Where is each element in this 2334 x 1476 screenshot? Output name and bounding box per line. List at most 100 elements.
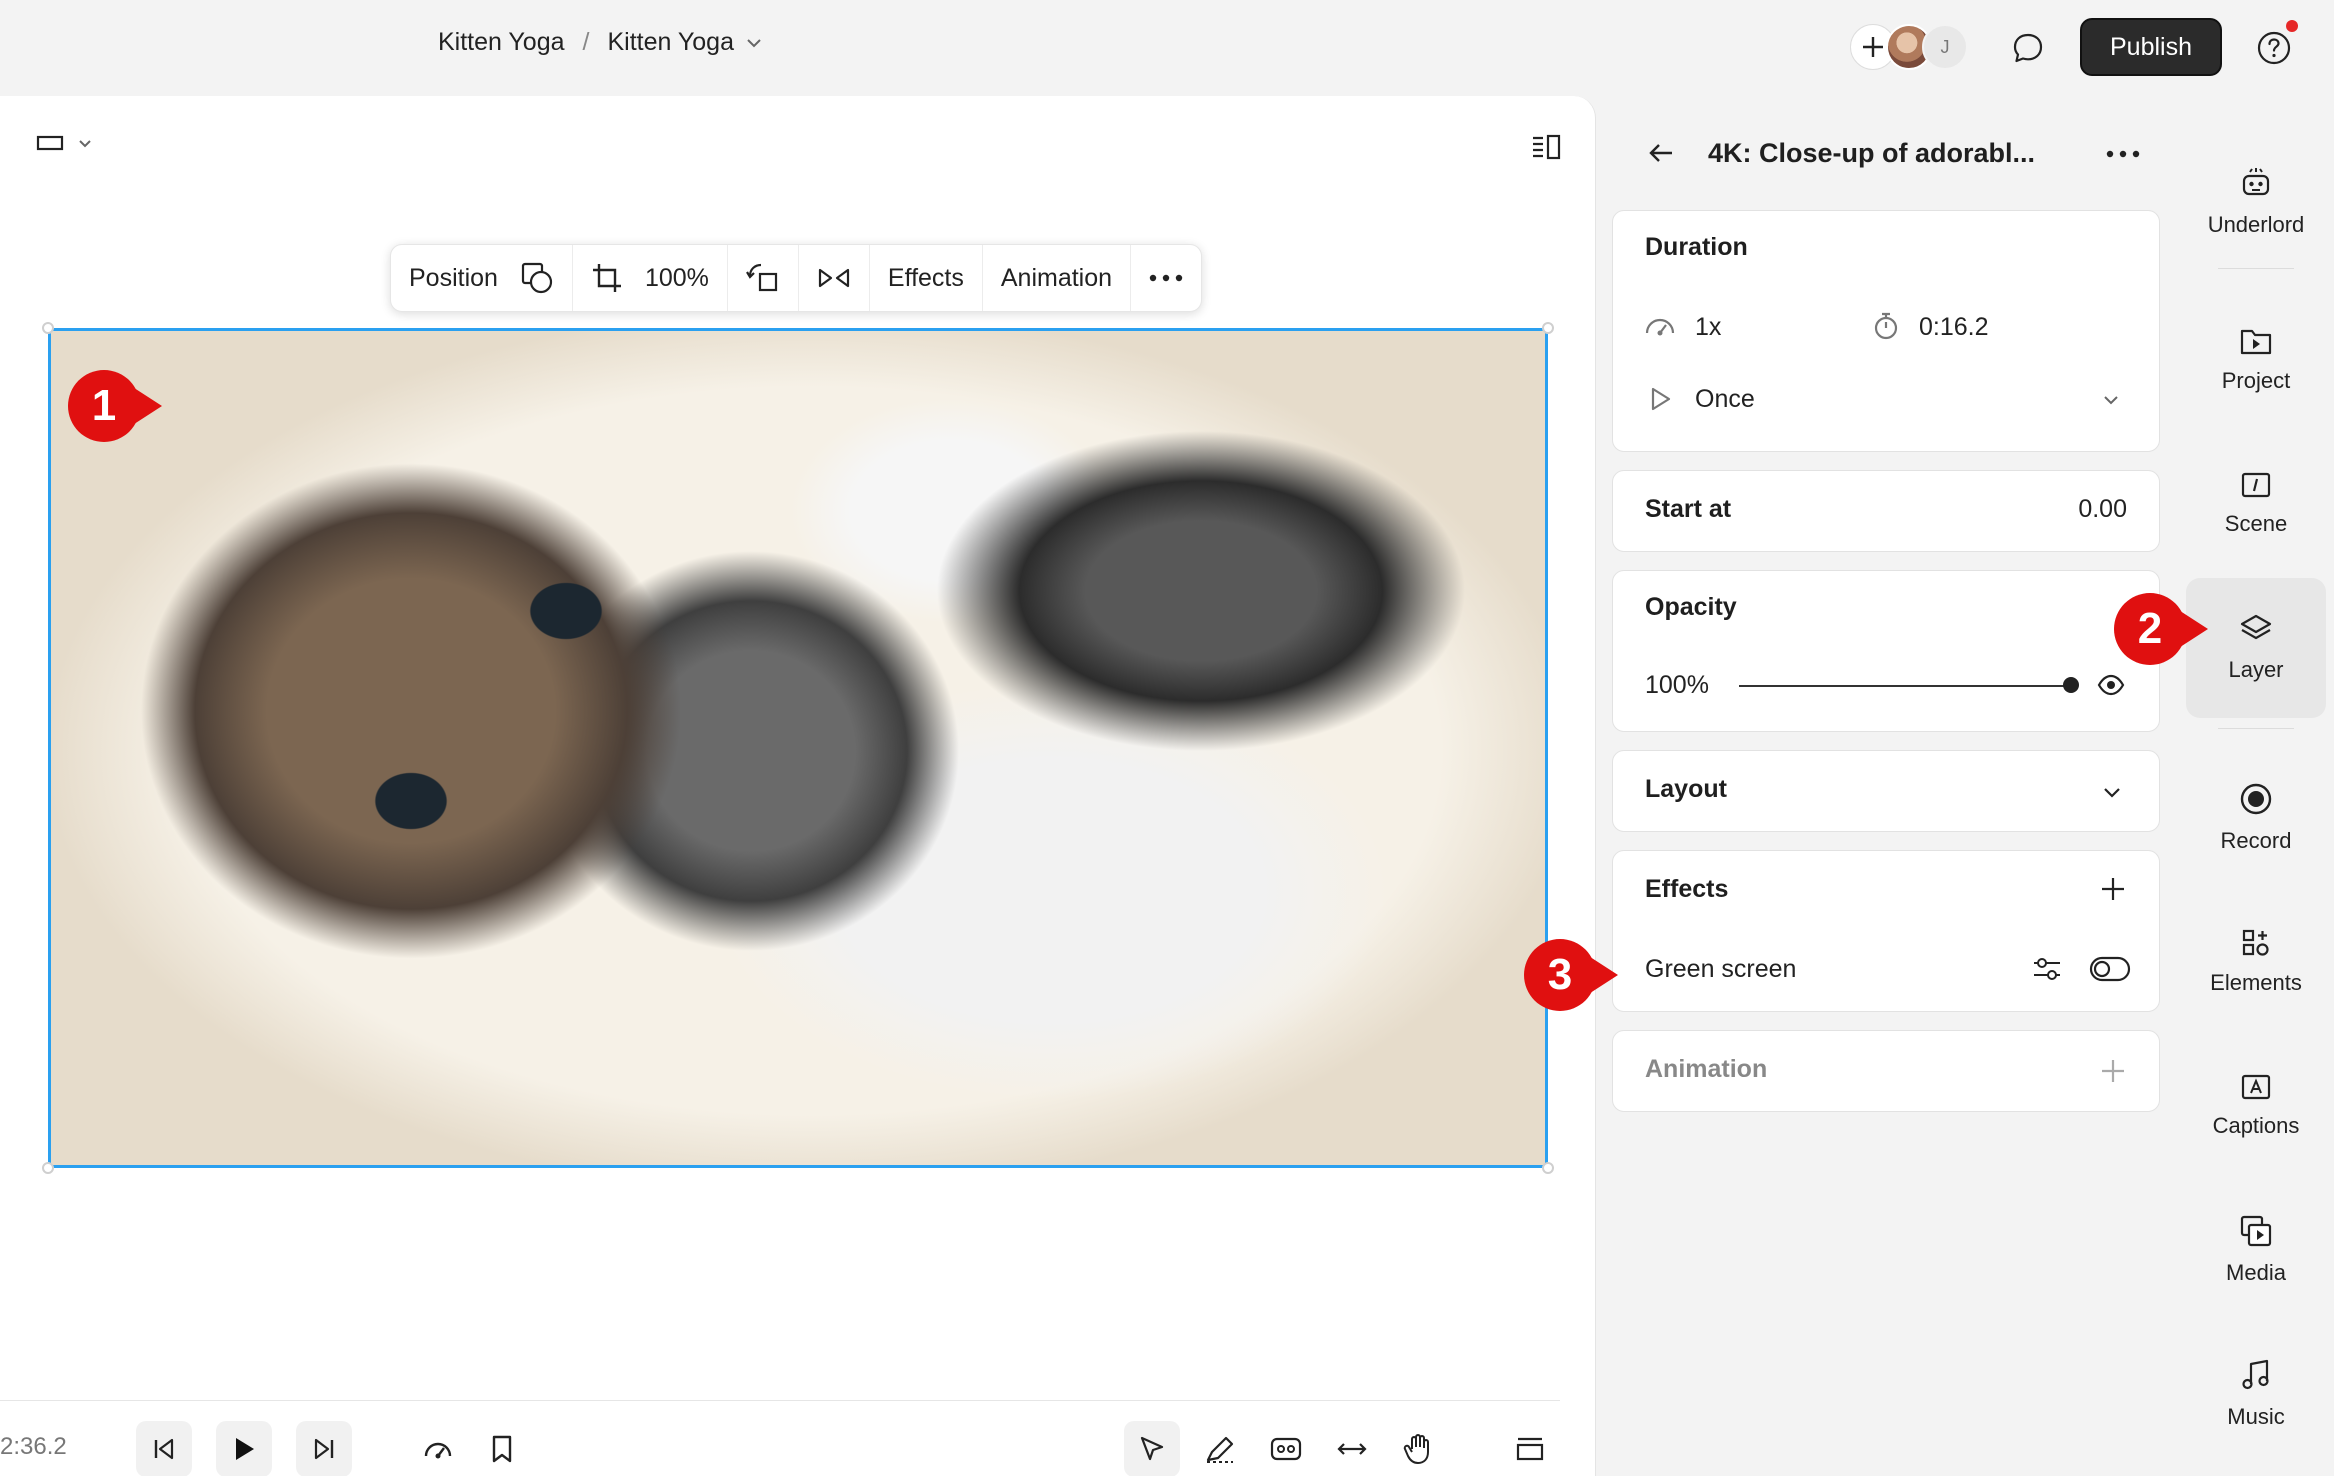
comments-button[interactable] bbox=[2008, 28, 2048, 68]
start-at-card[interactable]: Start at 0.00 bbox=[1612, 470, 2160, 552]
opacity-slider-thumb[interactable] bbox=[2063, 677, 2079, 693]
chevron-down-icon bbox=[78, 139, 92, 148]
comment-bubble-icon bbox=[2011, 31, 2045, 65]
rail-item-project[interactable]: Project bbox=[2186, 290, 2326, 430]
effect-item-green-screen[interactable]: Green screen bbox=[1613, 947, 2161, 997]
breadcrumb-scene-dropdown[interactable]: Kitten Yoga bbox=[607, 28, 762, 57]
publish-button[interactable]: Publish bbox=[2080, 18, 2222, 76]
eye-icon bbox=[2097, 673, 2125, 697]
bookmark-button[interactable] bbox=[474, 1421, 530, 1476]
animation-tool[interactable]: Animation bbox=[983, 245, 1132, 311]
loop-mode-dropdown[interactable]: Once bbox=[1613, 371, 2161, 431]
more-options-button[interactable] bbox=[1131, 245, 1201, 311]
resize-handle-top-right[interactable] bbox=[1542, 322, 1554, 334]
trim-tool-button[interactable] bbox=[1258, 1421, 1314, 1476]
opacity-title: Opacity bbox=[1645, 593, 1737, 621]
rail-item-elements[interactable]: Elements bbox=[2186, 892, 2326, 1032]
breadcrumb: Kitten Yoga / Kitten Yoga bbox=[438, 28, 762, 57]
layout-card[interactable]: Layout bbox=[1612, 750, 2160, 832]
layer-more-button[interactable] bbox=[2106, 150, 2140, 158]
elements-icon bbox=[2241, 928, 2271, 958]
flip-icon bbox=[817, 266, 851, 290]
aspect-ratio-dropdown[interactable] bbox=[36, 134, 92, 152]
animation-card[interactable]: Animation bbox=[1612, 1030, 2160, 1112]
crop-zoom-tool[interactable]: 100% bbox=[573, 245, 728, 311]
annotation-marker-3: 3 bbox=[1524, 939, 1618, 1011]
speed-value[interactable]: 1x bbox=[1695, 313, 1721, 342]
rail-divider bbox=[2218, 268, 2294, 269]
rail-label: Captions bbox=[2212, 1113, 2300, 1138]
timeline-toggle-button[interactable] bbox=[1502, 1421, 1558, 1476]
start-at-value[interactable]: 0.00 bbox=[2078, 495, 2127, 524]
rail-label: Elements bbox=[2210, 970, 2302, 995]
layer-title: 4K: Close-up of adorabl... bbox=[1708, 138, 2036, 168]
play-icon bbox=[231, 1435, 257, 1463]
marker-pointer bbox=[1584, 953, 1618, 997]
marker-pointer bbox=[2174, 607, 2208, 651]
rail-item-record[interactable]: Record bbox=[2186, 748, 2326, 888]
resize-handle-bottom-left[interactable] bbox=[42, 1162, 54, 1174]
playback-bar: 2:36.2 bbox=[0, 1400, 1560, 1476]
more-horizontal-icon bbox=[2106, 150, 2140, 158]
select-tool-button[interactable] bbox=[1124, 1421, 1180, 1476]
effect-settings-button[interactable] bbox=[2031, 953, 2063, 985]
scene-icon bbox=[2240, 471, 2272, 499]
arrow-left-icon bbox=[1646, 138, 1676, 168]
draw-tool-button[interactable] bbox=[1192, 1421, 1248, 1476]
visibility-toggle[interactable] bbox=[2097, 673, 2125, 697]
animation-title: Animation bbox=[1645, 1055, 1768, 1083]
back-button[interactable] bbox=[1646, 138, 1676, 168]
rail-item-media[interactable]: Media bbox=[2186, 1180, 2326, 1320]
rail-item-captions[interactable]: Captions bbox=[2186, 1036, 2326, 1176]
rotate-tool[interactable] bbox=[728, 245, 799, 311]
rail-label: Scene bbox=[2224, 511, 2288, 536]
effect-toggle-switch[interactable] bbox=[2089, 955, 2131, 983]
hand-tool-button[interactable] bbox=[1390, 1421, 1446, 1476]
chevron-down-icon bbox=[746, 38, 762, 48]
robot-icon bbox=[2239, 166, 2273, 200]
canvas-panel: Position 100% Effects Animation 2:36.2 bbox=[0, 96, 1596, 1476]
add-animation-button[interactable] bbox=[2099, 1057, 2127, 1085]
rail-item-scene[interactable]: Scene bbox=[2186, 434, 2326, 574]
kitten-photo bbox=[51, 331, 1545, 1165]
properties-panel: 4K: Close-up of adorabl... Duration 1x 0… bbox=[1612, 96, 2160, 1476]
start-at-label: Start at bbox=[1645, 495, 1732, 523]
skip-back-button[interactable] bbox=[136, 1421, 192, 1476]
position-tool[interactable]: Position bbox=[391, 245, 573, 311]
right-rail: Underlord Project Scene Layer Record Ele… bbox=[2186, 96, 2334, 1476]
rail-item-music[interactable]: Music bbox=[2186, 1324, 2326, 1464]
cursor-icon bbox=[1138, 1435, 1166, 1463]
avatar-initial[interactable]: J bbox=[1922, 24, 1968, 70]
speedometer-icon bbox=[422, 1436, 454, 1462]
play-button[interactable] bbox=[216, 1421, 272, 1476]
rail-item-underlord[interactable]: Underlord bbox=[2186, 132, 2326, 272]
add-effect-button[interactable] bbox=[2099, 875, 2127, 903]
opacity-card: Opacity 100% bbox=[1612, 570, 2160, 732]
flip-tool[interactable] bbox=[799, 245, 870, 311]
chevron-down-icon bbox=[2103, 787, 2121, 798]
opacity-slider-track[interactable] bbox=[1739, 685, 2071, 687]
breadcrumb-scene: Kitten Yoga bbox=[607, 28, 734, 56]
aspect-ratio-icon bbox=[36, 134, 64, 152]
help-button[interactable] bbox=[2254, 28, 2294, 68]
opacity-value: 100% bbox=[1645, 671, 1709, 699]
panel-toggle-button[interactable] bbox=[1530, 132, 1562, 160]
resize-handle-top-left[interactable] bbox=[42, 322, 54, 334]
skip-forward-button[interactable] bbox=[296, 1421, 352, 1476]
sidebar-toggle-icon bbox=[1530, 132, 1562, 160]
selected-image-layer[interactable] bbox=[48, 328, 1548, 1168]
breadcrumb-project[interactable]: Kitten Yoga bbox=[438, 28, 565, 57]
chevron-down-icon bbox=[2103, 395, 2119, 405]
resize-handle-bottom-right[interactable] bbox=[1542, 1162, 1554, 1174]
duration-value[interactable]: 0:16.2 bbox=[1919, 313, 1989, 342]
rail-label: Layer bbox=[2228, 657, 2284, 682]
playback-speed-button[interactable] bbox=[410, 1421, 466, 1476]
help-icon bbox=[2256, 30, 2292, 66]
play-outline-icon bbox=[1649, 385, 1673, 413]
record-icon bbox=[2239, 782, 2273, 816]
layers-icon bbox=[2239, 613, 2273, 645]
stretch-tool-button[interactable] bbox=[1324, 1421, 1380, 1476]
effects-tool[interactable]: Effects bbox=[870, 245, 983, 311]
speed-icon bbox=[1643, 313, 1677, 339]
effects-title: Effects bbox=[1645, 875, 1729, 903]
